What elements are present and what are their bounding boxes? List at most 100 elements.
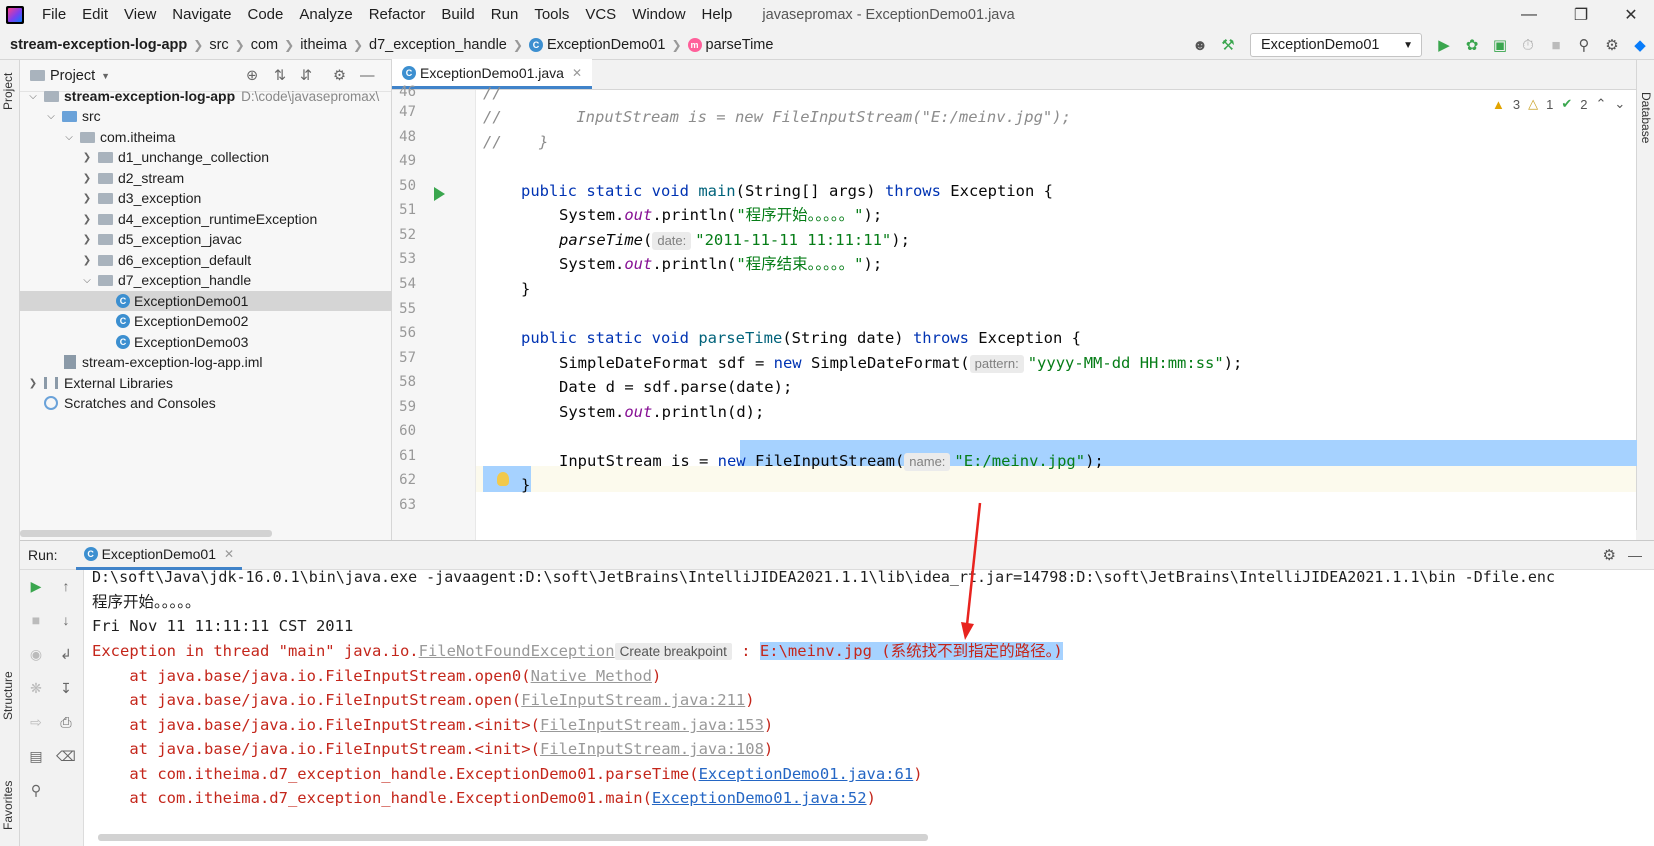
scroll-up-icon[interactable]: ↑ — [56, 576, 76, 596]
menu-refactor[interactable]: Refactor — [361, 0, 434, 30]
build-hammer-icon[interactable]: ⚒ — [1214, 30, 1242, 60]
run-config-select[interactable]: ExceptionDemo01 ▼ — [1250, 33, 1422, 57]
chevron-right-icon[interactable]: ❯ — [80, 193, 94, 204]
run-gutter-icon[interactable] — [434, 187, 445, 201]
run-icon[interactable]: ▶ — [1430, 30, 1458, 60]
project-panel-title[interactable]: Project — [50, 68, 95, 84]
create-breakpoint-hint[interactable]: Create breakpoint — [614, 643, 732, 660]
chevron-right-icon[interactable]: ❯ — [80, 255, 94, 266]
tree-item-external-libraries[interactable]: ❯ External Libraries — [20, 373, 392, 393]
tree-item-folder[interactable]: ❯ d3_exception — [20, 188, 392, 208]
tree-item-class[interactable]: C ExceptionDemo02 — [20, 311, 392, 331]
chevron-down-icon[interactable]: ⌵ — [62, 132, 76, 143]
expand-all-icon[interactable]: ⇅ — [274, 68, 286, 84]
chevron-down-icon[interactable]: ⌵ — [80, 275, 94, 286]
chevron-right-icon[interactable]: ❯ — [80, 214, 94, 225]
tree-item-module[interactable]: ⌵ stream-exception-log-app D:\code\javas… — [20, 86, 392, 106]
exception-class-link[interactable]: FileNotFoundException — [419, 642, 615, 660]
tree-item-scratches[interactable]: Scratches and Consoles — [20, 393, 392, 413]
pin-icon[interactable]: ⚲ — [26, 780, 46, 800]
gear-icon[interactable]: ⚙ — [1603, 546, 1616, 564]
hide-panel-icon[interactable]: — — [1628, 547, 1642, 563]
menu-analyze[interactable]: Analyze — [291, 0, 360, 30]
breadcrumb-package[interactable]: d7_exception_handle — [369, 37, 507, 53]
soft-wrap-icon[interactable]: ↲ — [56, 644, 76, 664]
console-output[interactable]: D:\soft\Java\jdk-16.0.1\bin\java.exe -ja… — [84, 570, 1654, 846]
stack-frame-link[interactable]: FileInputStream.java:211 — [521, 691, 745, 709]
rerun-icon[interactable]: ▶ — [26, 576, 46, 596]
search-icon[interactable]: ⚲ — [1570, 30, 1598, 60]
camera-icon[interactable]: ◉ — [26, 644, 46, 664]
debug-icon[interactable]: ✿ — [1458, 30, 1486, 60]
inspection-widget[interactable]: ▲ 3 △ 1 ✔ 2 ⌃ ⌄ — [1492, 96, 1625, 112]
breadcrumb-method[interactable]: parseTime — [706, 37, 774, 53]
tree-item-class[interactable]: C ExceptionDemo03 — [20, 332, 392, 352]
breadcrumb-itheima[interactable]: itheima — [300, 37, 347, 53]
close-tab-icon[interactable]: ✕ — [572, 66, 582, 80]
structure-tool-label[interactable]: Structure — [1, 671, 15, 720]
breadcrumb-module[interactable]: stream-exception-log-app — [10, 37, 187, 53]
favorites-tool-label[interactable]: Favorites — [1, 781, 15, 830]
project-scrollbar[interactable] — [20, 530, 272, 537]
tree-item-iml[interactable]: stream-exception-log-app.iml — [20, 352, 392, 372]
settings-icon[interactable]: ❋ — [26, 678, 46, 698]
collapse-all-icon[interactable]: ⇵ — [300, 68, 312, 84]
tree-item-folder[interactable]: ❯ d2_stream — [20, 168, 392, 188]
stack-frame-link[interactable]: Native Method — [531, 667, 652, 685]
jetbrains-logo-icon[interactable]: ◆ — [1626, 30, 1654, 60]
console-scrollbar[interactable] — [98, 834, 928, 841]
exit-icon[interactable]: ⇨ — [26, 712, 46, 732]
scroll-to-end-icon[interactable]: ↧ — [56, 678, 76, 698]
tree-item-folder[interactable]: ❯ d1_unchange_collection — [20, 147, 392, 167]
breadcrumb-class[interactable]: ExceptionDemo01 — [547, 37, 666, 53]
settings-icon[interactable]: ⚙ — [1598, 30, 1626, 60]
tab-run-exceptiondemo01[interactable]: C ExceptionDemo01 ✕ — [75, 540, 243, 570]
menu-file[interactable]: File — [34, 0, 74, 30]
chevron-right-icon[interactable]: ❯ — [80, 234, 94, 245]
tree-item-src[interactable]: ⌵ src — [20, 106, 392, 126]
stop-icon[interactable]: ■ — [1542, 30, 1570, 60]
menu-tools[interactable]: Tools — [526, 0, 577, 30]
minimize-icon[interactable]: — — [1506, 0, 1552, 30]
print-icon[interactable]: ⎙ — [56, 712, 76, 732]
chevron-right-icon[interactable]: ❯ — [80, 173, 94, 184]
layout-icon[interactable]: ▤ — [26, 746, 46, 766]
stop-icon[interactable]: ■ — [26, 610, 46, 630]
profile-icon[interactable]: ⏱ — [1514, 30, 1542, 60]
menu-help[interactable]: Help — [694, 0, 741, 30]
menu-edit[interactable]: Edit — [74, 0, 116, 30]
scroll-down-icon[interactable]: ↓ — [56, 610, 76, 630]
close-tab-icon[interactable]: ✕ — [224, 547, 234, 561]
tree-item-folder[interactable]: ❯ d6_exception_default — [20, 250, 392, 270]
menu-code[interactable]: Code — [239, 0, 291, 30]
menu-build[interactable]: Build — [433, 0, 482, 30]
hide-panel-icon[interactable]: — — [360, 68, 375, 84]
stack-frame-link[interactable]: FileInputStream.java:153 — [540, 716, 764, 734]
breadcrumb-com[interactable]: com — [251, 37, 278, 53]
menu-view[interactable]: View — [116, 0, 164, 30]
tree-item-folder[interactable]: ⌵ d7_exception_handle — [20, 270, 392, 290]
database-tool-label[interactable]: Database — [1639, 92, 1653, 143]
dropdown-arrow-icon[interactable]: ▼ — [101, 71, 110, 81]
lightbulb-icon[interactable] — [497, 472, 509, 486]
menu-navigate[interactable]: Navigate — [164, 0, 239, 30]
stack-frame-link[interactable]: FileInputStream.java:108 — [540, 740, 764, 758]
breadcrumb-src[interactable]: src — [209, 37, 228, 53]
project-tool-label[interactable]: Project — [1, 73, 15, 110]
tree-item-package[interactable]: ⌵ com.itheima — [20, 127, 392, 147]
locate-icon[interactable]: ⊕ — [246, 68, 258, 84]
menu-window[interactable]: Window — [624, 0, 693, 30]
tree-item-folder[interactable]: ❯ d5_exception_javac — [20, 229, 392, 249]
trash-icon[interactable]: ⌫ — [56, 746, 76, 766]
next-highlight-icon[interactable]: ⌄ — [1614, 96, 1625, 112]
stack-frame-link[interactable]: ExceptionDemo01.java:61 — [699, 765, 914, 783]
chevron-down-icon[interactable]: ⌵ — [26, 91, 40, 102]
chevron-down-icon[interactable]: ⌵ — [44, 111, 58, 122]
chevron-right-icon[interactable]: ❯ — [80, 152, 94, 163]
gear-icon[interactable]: ⚙ — [333, 68, 346, 84]
chevron-right-icon[interactable]: ❯ — [26, 378, 40, 389]
user-icon[interactable]: ☻ — [1186, 30, 1214, 60]
stack-frame-link[interactable]: ExceptionDemo01.java:52 — [652, 789, 867, 807]
menu-vcs[interactable]: VCS — [577, 0, 624, 30]
menu-run[interactable]: Run — [483, 0, 527, 30]
